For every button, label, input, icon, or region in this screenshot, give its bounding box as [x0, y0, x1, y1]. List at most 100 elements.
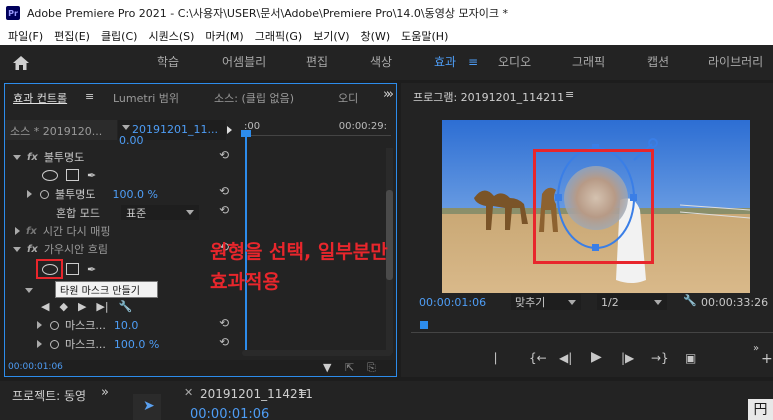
program-current-timecode[interactable]: 00:00:01:06: [419, 296, 486, 309]
rectangle-mask-icon[interactable]: [66, 263, 79, 275]
panel-menu-icon[interactable]: ≡: [298, 386, 307, 399]
play-clip-icon[interactable]: [227, 124, 232, 137]
mask-feather-row[interactable]: 마스크... 10.0: [5, 316, 138, 334]
expand-icon[interactable]: [27, 190, 32, 198]
expand-icon[interactable]: [15, 227, 20, 235]
go-to-in-icon[interactable]: {←: [529, 351, 547, 365]
gaussian-blur-row[interactable]: fx 가우시안 흐림: [5, 240, 108, 258]
fx-icon[interactable]: fx: [27, 152, 38, 163]
export-icon[interactable]: ⇱: [345, 361, 354, 374]
timeline-timecode[interactable]: 00:00:01:06: [190, 407, 269, 420]
rectangle-mask-icon[interactable]: [66, 169, 79, 181]
panel-overflow-icon[interactable]: »: [386, 87, 394, 102]
workspace-audio[interactable]: 오디오: [498, 45, 531, 80]
add-marker-icon[interactable]: ⎸: [495, 351, 507, 366]
stopwatch-icon[interactable]: [40, 189, 49, 199]
blend-mode-label: 혼합 모드: [56, 207, 100, 220]
export-frame-icon[interactable]: ▣: [685, 351, 696, 365]
expand-icon[interactable]: [37, 340, 42, 348]
workspace-menu-icon[interactable]: ≡: [468, 45, 478, 80]
pen-mask-icon[interactable]: ✒: [87, 169, 96, 182]
stopwatch-icon[interactable]: ◀: [41, 300, 49, 313]
panel-overflow-icon[interactable]: »: [101, 385, 109, 400]
step-forward-icon[interactable]: |▶: [621, 351, 634, 365]
footer-timecode[interactable]: 00:00:01:06: [8, 362, 63, 372]
tab-menu-icon[interactable]: ≡: [85, 90, 94, 103]
resolution-select[interactable]: 1/2: [597, 294, 667, 310]
add-button-icon[interactable]: +: [761, 351, 773, 367]
reset-icon[interactable]: ⟲: [219, 316, 229, 330]
mask-feather-value[interactable]: 10.0: [114, 319, 139, 332]
expand-icon[interactable]: [13, 246, 21, 252]
program-playhead[interactable]: [420, 321, 428, 329]
home-icon[interactable]: [0, 45, 42, 80]
panel-menu-icon[interactable]: ≡: [565, 88, 574, 101]
selection-tool-button[interactable]: ➤: [133, 394, 161, 420]
menu-window[interactable]: 창(W): [361, 28, 391, 44]
time-remap-row[interactable]: fx 시간 다시 매핑: [5, 222, 111, 240]
workspace-color[interactable]: 색상: [370, 45, 392, 80]
workspace-graphics[interactable]: 그래픽: [572, 45, 605, 80]
add-keyframe-icon[interactable]: ◆: [59, 300, 67, 313]
tab-audio[interactable]: 오디: [338, 90, 358, 106]
menu-sequence[interactable]: 시퀀스(S): [148, 28, 194, 44]
expand-icon[interactable]: [25, 287, 33, 293]
settings-icon[interactable]: ⎘: [367, 361, 376, 375]
menu-graphics[interactable]: 그래픽(G): [255, 28, 302, 44]
workspace-editing[interactable]: 편집: [306, 45, 328, 80]
step-back-icon[interactable]: ◀|: [559, 351, 572, 365]
workspace-libraries[interactable]: 라이브러리: [708, 45, 763, 80]
ellipse-mask-icon[interactable]: [42, 263, 58, 275]
program-monitor-title[interactable]: 프로그램: 20191201_114211: [413, 89, 564, 105]
wrench-icon[interactable]: 🔧: [683, 294, 697, 307]
workspace-effects[interactable]: 효과: [434, 45, 456, 80]
pen-mask-icon[interactable]: ✒: [87, 263, 96, 276]
menu-view[interactable]: 보기(V): [313, 28, 349, 44]
project-tab[interactable]: 프로젝트: 동영: [12, 387, 86, 404]
menu-help[interactable]: 도움말(H): [401, 28, 448, 44]
reset-icon[interactable]: ⟲: [219, 184, 229, 198]
expand-icon[interactable]: [13, 154, 21, 160]
workspace-learning[interactable]: 학습: [157, 45, 179, 80]
stopwatch-icon[interactable]: [50, 320, 59, 330]
menu-edit[interactable]: 편집(E): [54, 28, 90, 44]
reset-icon[interactable]: ⟲: [219, 335, 229, 349]
wrench-icon[interactable]: 🔧: [119, 300, 133, 313]
workspace-assembly[interactable]: 어셈블리: [222, 45, 266, 80]
expand-icon[interactable]: [37, 321, 42, 329]
tab-lumetri-scopes[interactable]: Lumetri 범위: [113, 90, 179, 106]
filter-icon[interactable]: ▼: [323, 361, 331, 374]
effect-controls-tabs: 효과 컨트롤 ≡ Lumetri 범위 소스: (클립 없음) 오디 »: [5, 84, 396, 110]
opacity-value-row[interactable]: 불투명도 100.0 %: [5, 185, 158, 203]
mask-opacity-value[interactable]: 100.0 %: [114, 338, 159, 351]
reset-icon[interactable]: ⟲: [219, 148, 229, 162]
opacity-value[interactable]: 100.0 %: [112, 188, 157, 201]
tab-effect-controls[interactable]: 효과 컨트롤: [13, 90, 67, 106]
partial-value[interactable]: 0.00: [119, 134, 144, 146]
stopwatch-icon[interactable]: [50, 339, 59, 349]
mask-highlight-box: [533, 149, 654, 264]
tab-source[interactable]: 소스: (클립 없음): [214, 90, 294, 106]
reset-icon[interactable]: ⟲: [219, 203, 229, 217]
opacity-row[interactable]: fx 불투명도: [5, 148, 84, 166]
close-icon[interactable]: ✕: [184, 386, 193, 399]
mask-opacity-row[interactable]: 마스크... 100.0 %: [5, 335, 159, 353]
fit-select[interactable]: 맞추기: [511, 294, 581, 310]
workspace-captions[interactable]: 캡션: [647, 45, 669, 80]
playhead-handle[interactable]: [241, 130, 251, 137]
track-forward-icon[interactable]: ▶: [78, 300, 86, 313]
menu-marker[interactable]: 마커(M): [205, 28, 243, 44]
program-scrub-bar[interactable]: [411, 323, 773, 333]
menu-file[interactable]: 파일(F): [8, 28, 43, 44]
track-forward-step-icon[interactable]: ▶|: [96, 300, 108, 313]
go-to-out-icon[interactable]: →}: [651, 351, 669, 365]
menu-clip[interactable]: 클립(C): [101, 28, 138, 44]
ellipse-mask-icon[interactable]: [42, 169, 58, 181]
panel-overflow-icon[interactable]: »: [753, 343, 759, 354]
blend-mode-select[interactable]: 표준: [121, 205, 199, 220]
horizontal-scrollbar[interactable]: [242, 350, 392, 356]
timeline-tab[interactable]: 20191201_114211: [200, 387, 313, 401]
play-icon[interactable]: ▶: [591, 349, 602, 365]
fx-icon[interactable]: fx: [27, 244, 38, 255]
effect-time-ruler[interactable]: :00 00:00:29:: [241, 120, 391, 136]
